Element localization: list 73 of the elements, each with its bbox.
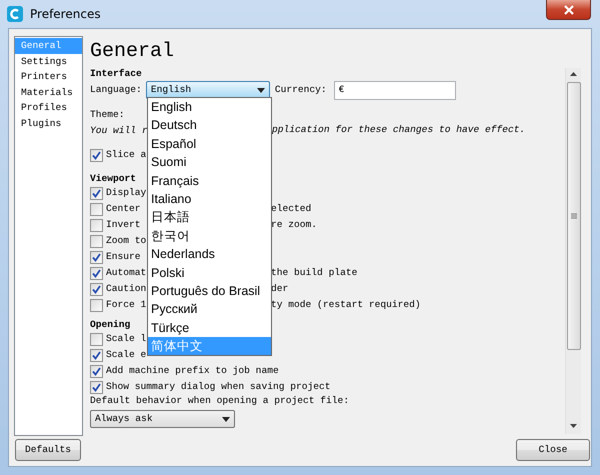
- close-button[interactable]: Close: [516, 439, 590, 461]
- note-text: pplication for these changes to have effect.: [272, 124, 526, 136]
- scrollbar-thumb[interactable]: [567, 82, 581, 350]
- language-option[interactable]: Français: [148, 172, 271, 190]
- language-option[interactable]: 日本語: [148, 208, 271, 227]
- checkbox-label: Caution: [106, 283, 146, 294]
- sidebar-item[interactable]: Printers: [15, 69, 82, 84]
- checkbox-label: Slice a: [106, 149, 146, 162]
- checkbox-label: Add machine prefix to job name: [106, 365, 279, 378]
- checkbox-label: Invert: [106, 219, 141, 230]
- currency-field[interactable]: €: [334, 80, 456, 100]
- language-option[interactable]: Русский: [148, 300, 271, 319]
- sidebar-item[interactable]: Profiles: [15, 100, 82, 116]
- checkbox[interactable]: [90, 380, 103, 394]
- section-title: Opening: [90, 318, 130, 332]
- sidebar-item[interactable]: Plugins: [15, 116, 82, 131]
- close-icon: [562, 4, 574, 14]
- checkbox[interactable]: [90, 186, 103, 200]
- defaults-button[interactable]: Defaults: [15, 439, 81, 461]
- checkbox[interactable]: [90, 266, 103, 280]
- checkbox-label: the build plate: [271, 267, 358, 280]
- checkbox-label: Center: [106, 203, 141, 214]
- checkbox-label: Automat: [106, 267, 146, 278]
- language-option[interactable]: 한국어: [148, 226, 271, 246]
- scroll-down-icon[interactable]: [570, 424, 577, 428]
- scrollbar[interactable]: [565, 68, 581, 434]
- checkbox[interactable]: [90, 282, 103, 296]
- checkbox-label: Scale e: [106, 349, 146, 362]
- checkbox[interactable]: [90, 234, 103, 248]
- field-label: Language:: [90, 84, 142, 96]
- checkbox-label: Force 1: [106, 299, 146, 310]
- language-option[interactable]: Português do Brasil: [148, 282, 271, 300]
- checkbox[interactable]: [90, 298, 103, 312]
- sidebar-item[interactable]: Materials: [15, 84, 82, 100]
- app-icon: [7, 6, 23, 22]
- language-option[interactable]: Polski: [148, 264, 271, 282]
- field-label: Theme:: [90, 109, 125, 121]
- language-option[interactable]: Suomi: [148, 153, 271, 172]
- language-option[interactable]: Nederlands: [148, 245, 271, 264]
- window-title: Preferences: [30, 6, 101, 23]
- sidebar-item[interactable]: Settings: [15, 54, 82, 69]
- note-text: You will r: [90, 125, 148, 136]
- close-button[interactable]: [546, 0, 591, 20]
- checkbox-label: Zoom to: [106, 235, 146, 248]
- scroll-up-icon[interactable]: [570, 72, 577, 76]
- section-title: Interface: [90, 67, 142, 80]
- page-heading: General: [89, 41, 176, 65]
- language-option[interactable]: Türkçe: [148, 318, 271, 338]
- checkbox[interactable]: [90, 148, 103, 162]
- checkbox[interactable]: [90, 250, 103, 264]
- language-option[interactable]: Italiano: [148, 190, 271, 208]
- field-label: Default behavior when opening a project file:: [90, 395, 350, 408]
- language-option[interactable]: Español: [148, 134, 271, 154]
- checkbox-label: der: [271, 283, 288, 296]
- checkbox[interactable]: [90, 348, 103, 362]
- checkbox[interactable]: [90, 332, 103, 346]
- checkbox-label: elected: [271, 203, 312, 216]
- caret-icon: [222, 416, 230, 422]
- checkbox[interactable]: [90, 202, 103, 216]
- language-option[interactable]: Deutsch: [148, 116, 271, 135]
- checkbox-label: ty mode (restart required): [271, 299, 421, 312]
- caret-icon: [256, 88, 265, 92]
- checkbox[interactable]: [90, 364, 103, 378]
- field-label: Currency:: [274, 84, 327, 96]
- checkbox-label: Scale l: [106, 333, 146, 346]
- section-title: Viewport: [90, 172, 136, 186]
- checkbox-label: Display: [106, 187, 146, 200]
- checkbox-label: re zoom.: [271, 219, 318, 232]
- behavior-dropdown[interactable]: Always ask: [90, 410, 235, 428]
- checkbox[interactable]: [90, 218, 103, 232]
- language-option[interactable]: English: [148, 98, 271, 116]
- checkbox-label: Show summary dialog when saving project: [106, 381, 331, 394]
- checkbox-label: Ensure: [106, 251, 141, 264]
